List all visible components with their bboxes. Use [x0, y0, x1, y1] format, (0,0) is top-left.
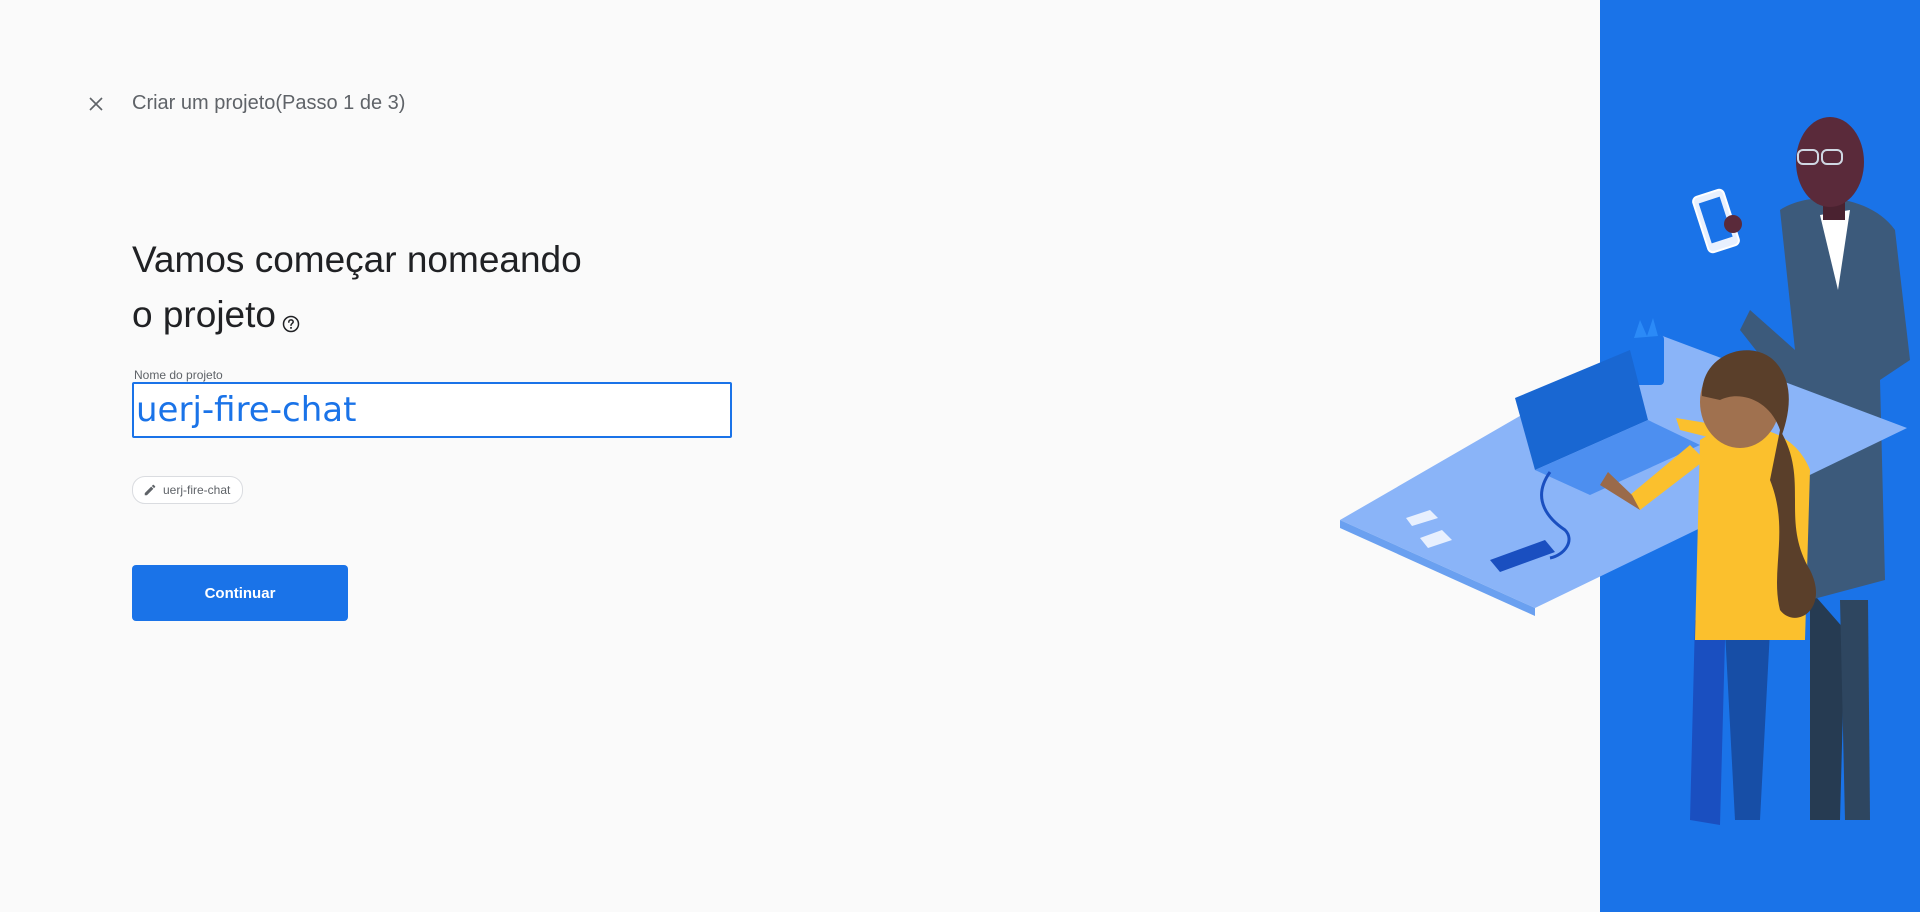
- heading-line-1: Vamos começar nomeando: [132, 239, 582, 280]
- heading-line-2: o projeto: [132, 294, 276, 335]
- project-id-chip[interactable]: uerj-fire-chat: [132, 476, 244, 504]
- page-title: Criar um projeto(Passo 1 de 3): [132, 92, 406, 114]
- heading: Vamos começar nomeando o projeto: [132, 232, 652, 342]
- team-illustration: [1340, 117, 1910, 825]
- project-id-label: uerj-fire-chat: [163, 483, 231, 497]
- project-name-field: [132, 382, 732, 438]
- close-icon: [89, 97, 103, 111]
- project-name-label: Nome do projeto: [134, 368, 223, 382]
- project-name-input[interactable]: [134, 384, 730, 436]
- pencil-icon: [144, 484, 156, 496]
- continue-button[interactable]: Continuar: [132, 565, 348, 621]
- close-button[interactable]: [80, 88, 112, 120]
- help-circle-icon[interactable]: [282, 293, 300, 333]
- create-project-page: Criar um projeto(Passo 1 de 3) Vamos com…: [0, 0, 1920, 912]
